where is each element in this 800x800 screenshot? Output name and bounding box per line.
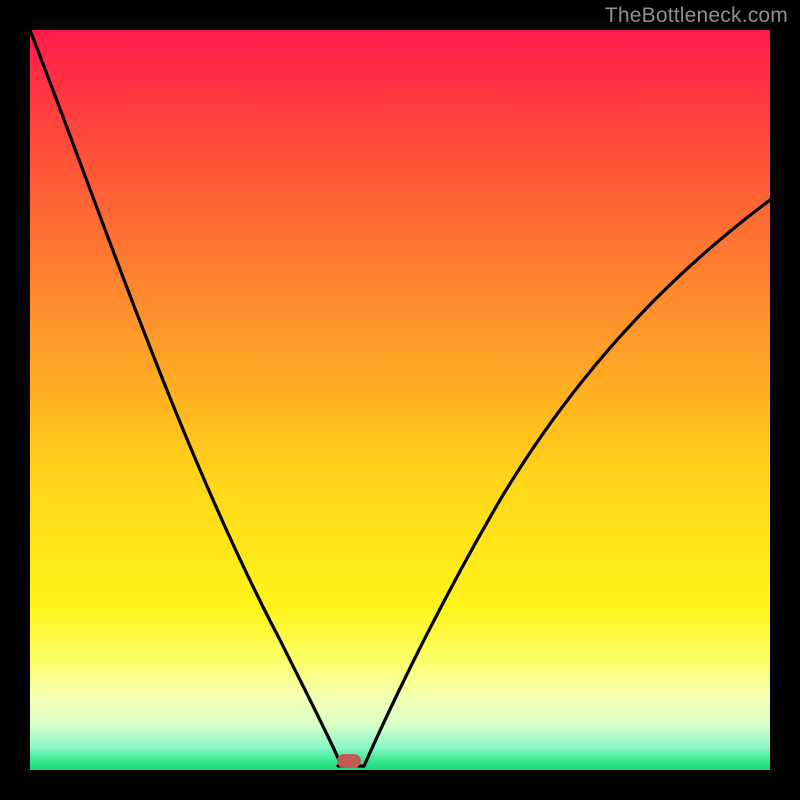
watermark-text: TheBottleneck.com — [605, 4, 788, 28]
bottleneck-curve — [30, 30, 770, 770]
curve-right-branch — [364, 200, 770, 766]
chart-frame: TheBottleneck.com — [0, 0, 800, 800]
plot-area — [30, 30, 770, 770]
curve-left-branch — [30, 30, 342, 766]
bottleneck-marker — [337, 754, 361, 768]
